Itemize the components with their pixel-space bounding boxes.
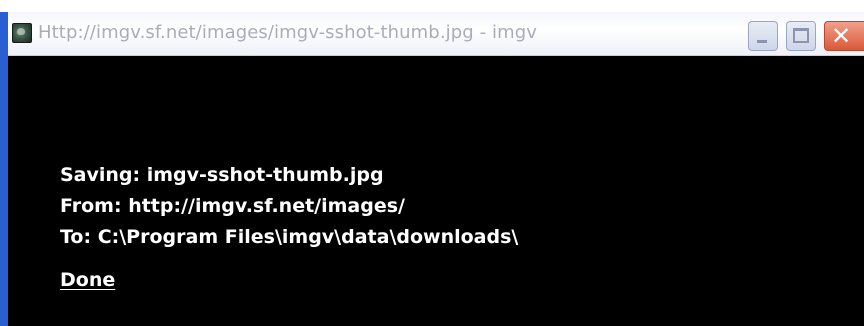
maximize-icon	[793, 28, 809, 43]
title-bar[interactable]: Http://imgv.sf.net/images/imgv-sshot-thu…	[0, 12, 864, 56]
close-button[interactable]: ✕	[824, 21, 864, 51]
imgv-app-icon[interactable]	[12, 23, 32, 43]
to-line: To: C:\Program Files\imgv\data\downloads…	[60, 226, 519, 248]
done-link[interactable]: Done	[60, 265, 115, 296]
close-icon: ✕	[831, 22, 852, 50]
content-area: Saving: imgv-sshot-thumb.jpg From: http:…	[60, 160, 518, 296]
maximize-button[interactable]	[786, 21, 816, 51]
window-title: Http://imgv.sf.net/images/imgv-sshot-thu…	[38, 22, 538, 43]
minimize-button[interactable]	[748, 21, 778, 51]
app-window: Saving: imgv-sshot-thumb.jpg From: http:…	[0, 12, 864, 326]
saving-line: Saving: imgv-sshot-thumb.jpg	[60, 164, 384, 186]
from-line: From: http://imgv.sf.net/images/	[60, 195, 405, 217]
window-left-border	[0, 12, 8, 56]
minimize-icon	[757, 40, 767, 43]
desktop-strip	[0, 0, 864, 12]
